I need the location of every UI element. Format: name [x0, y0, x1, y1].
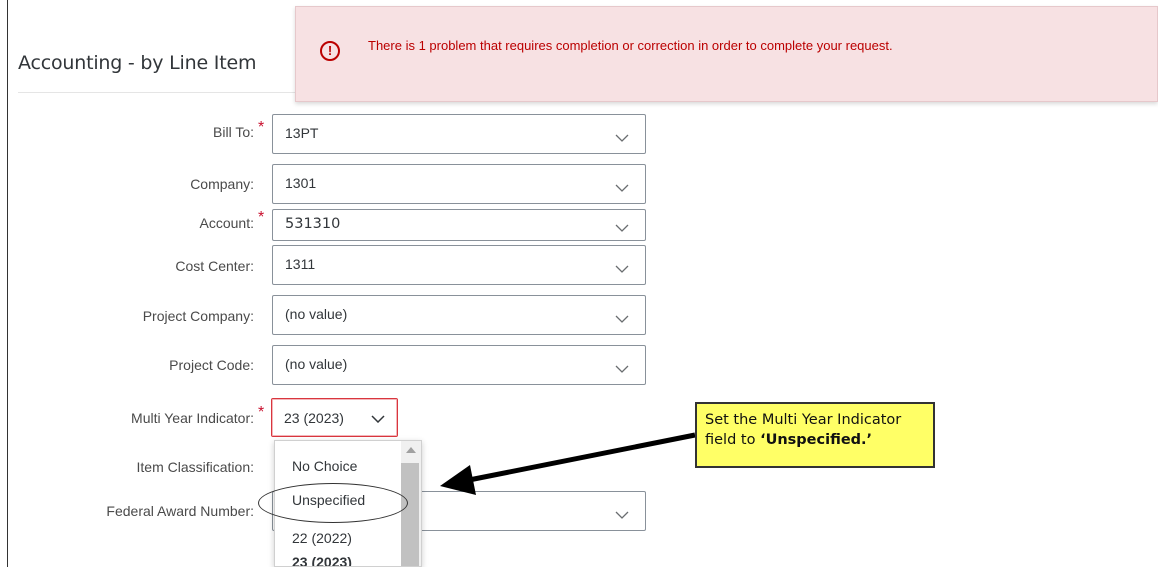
project-company-value: (no value) [285, 306, 348, 322]
project-code-label: Project Code: [169, 357, 254, 373]
required-star: * [258, 209, 265, 226]
bill-to-value: 13PT [285, 125, 319, 141]
required-star: * [258, 404, 265, 421]
company-label: Company: [190, 176, 254, 192]
company-value: 1301 [285, 175, 317, 191]
exclamation-circle-icon: ! [320, 41, 340, 61]
account-value: 531310 [285, 216, 341, 232]
chevron-down-icon [615, 365, 629, 373]
accounting-page: Accounting - by Line Item ! There is 1 p… [0, 0, 1158, 567]
multi-year-value: 23 (2023) [284, 410, 344, 426]
error-banner: ! There is 1 problem that requires compl… [295, 6, 1158, 102]
chevron-down-icon [615, 134, 629, 142]
chevron-down-icon [615, 315, 629, 323]
cost-center-value: 1311 [285, 256, 316, 272]
chevron-down-icon [615, 224, 629, 232]
chevron-down-icon [615, 511, 629, 519]
multi-year-select[interactable]: 23 (2023) [271, 398, 398, 437]
frame-border [7, 0, 8, 567]
option-no-choice[interactable]: No Choice [292, 458, 357, 474]
project-company-select[interactable]: (no value) [272, 295, 646, 335]
cost-center-select[interactable]: 1311 [272, 245, 646, 285]
multi-year-label: Multi Year Indicator: [131, 410, 254, 426]
project-code-value: (no value) [285, 356, 348, 372]
account-label: Account: [199, 215, 254, 231]
federal-award-label: Federal Award Number: [106, 503, 254, 519]
option-22-2022[interactable]: 22 (2022) [292, 530, 352, 546]
scroll-up-icon[interactable] [406, 447, 416, 453]
chevron-down-icon [371, 415, 385, 423]
instruction-callout: Set the Multi Year Indicator field to ‘U… [695, 402, 935, 468]
annotation-arrow-icon [440, 432, 696, 495]
chevron-down-icon [615, 265, 629, 273]
required-star: * [258, 119, 265, 136]
project-code-select[interactable]: (no value) [272, 345, 646, 385]
account-select[interactable]: 531310 [272, 209, 646, 241]
bill-to-select[interactable]: 13PT [272, 114, 646, 154]
company-select[interactable]: 1301 [272, 164, 646, 204]
error-message: There is 1 problem that requires complet… [368, 38, 893, 53]
project-company-label: Project Company: [142, 308, 254, 324]
scrollbar-thumb[interactable] [401, 463, 419, 566]
item-classification-label: Item Classification: [136, 459, 254, 475]
option-23-2023[interactable]: 23 (2023) [292, 554, 352, 566]
cost-center-label: Cost Center: [175, 258, 254, 274]
highlight-ellipse [258, 483, 408, 523]
chevron-down-icon [615, 184, 629, 192]
callout-emphasis: ‘Unspecified.’ [760, 432, 873, 448]
bill-to-label: Bill To: [213, 124, 254, 140]
section-title: Accounting - by Line Item [18, 52, 257, 74]
